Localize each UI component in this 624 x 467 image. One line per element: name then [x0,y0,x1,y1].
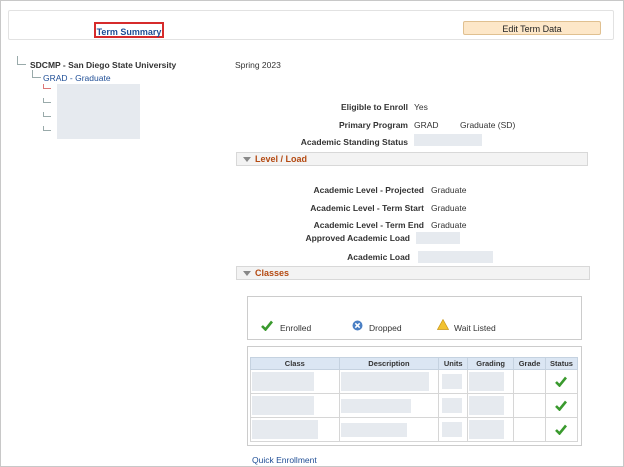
col-grading[interactable]: Grading [467,357,515,370]
col-class[interactable]: Class [250,357,340,370]
standing-label: Academic Standing Status [300,137,408,147]
redacted-academic-load [418,251,493,263]
redacted-grading [469,396,505,415]
enrolled-check-icon [555,424,568,435]
redacted-grading [469,372,505,391]
primary-program-desc: Graduate (SD) [460,120,516,130]
tree-connector [32,70,41,78]
collapse-triangle-icon [243,157,251,162]
tree-connector [43,98,51,103]
primary-program-label: Primary Program [339,120,408,130]
level-start-value: Graduate [431,203,467,213]
redacted-units [442,398,463,413]
col-description[interactable]: Description [338,357,440,370]
collapse-triangle-icon [243,271,251,276]
col-grade[interactable]: Grade [513,357,547,370]
level-start-label: Academic Level - Term Start [310,203,424,213]
classes-section-header[interactable]: Classes [236,266,590,280]
table-row [250,369,578,394]
redacted-description [340,423,407,437]
redacted-description [340,399,411,413]
status-legend: Enrolled Dropped Wait Listed [247,296,582,340]
wait-listed-warning-icon [437,319,449,330]
approved-load-label: Approved Academic Load [305,233,410,243]
enrolled-check-icon [555,376,568,387]
redacted-class [252,372,314,391]
eligible-value: Yes [414,102,428,112]
level-projected-label: Academic Level - Projected [313,185,424,195]
tree-connector [17,56,26,65]
col-units[interactable]: Units [438,357,469,370]
dropped-icon [352,320,363,331]
redacted-units [442,374,463,389]
edit-term-data-button[interactable]: Edit Term Data [463,21,601,35]
redacted-description [340,372,429,391]
redacted-class [252,420,318,439]
redacted-class [252,396,314,415]
redacted-approved-load [416,232,460,244]
career-node[interactable]: SDCMP - San Diego State University [30,60,176,70]
table-row [250,417,578,442]
program-node[interactable]: GRAD - Graduate [43,73,111,83]
enrolled-check-icon [555,400,568,411]
tree-connector [43,84,51,89]
classes-table: Class Description Units Grading Grade St… [250,357,578,442]
level-end-value: Graduate [431,220,467,230]
level-load-section-header[interactable]: Level / Load [236,152,588,166]
quick-enrollment-link[interactable]: Quick Enrollment [252,455,317,465]
redacted-grading [469,420,505,439]
classes-grid: Class Description Units Grading Grade St… [247,346,582,446]
level-projected-value: Graduate [431,185,467,195]
tree-connector [43,126,51,131]
table-row [250,393,578,418]
redacted-term-list [57,84,140,139]
redacted-units [442,422,463,437]
enrolled-check-icon [261,320,273,331]
level-end-label: Academic Level - Term End [313,220,424,230]
redacted-standing [414,134,482,146]
term-label: Spring 2023 [235,60,281,70]
col-status[interactable]: Status [545,357,578,370]
legend-wait-listed: Wait Listed [454,323,496,333]
legend-enrolled: Enrolled [280,323,312,333]
term-summary-link[interactable]: Term Summary [94,22,164,38]
tree-connector [43,112,51,117]
legend-dropped: Dropped [369,323,402,333]
primary-program-value: GRAD [414,120,439,130]
classes-title: Classes [255,268,290,278]
academic-load-label: Academic Load [347,252,410,262]
level-load-title: Level / Load [255,154,308,164]
eligible-label: Eligible to Enroll [340,102,408,112]
